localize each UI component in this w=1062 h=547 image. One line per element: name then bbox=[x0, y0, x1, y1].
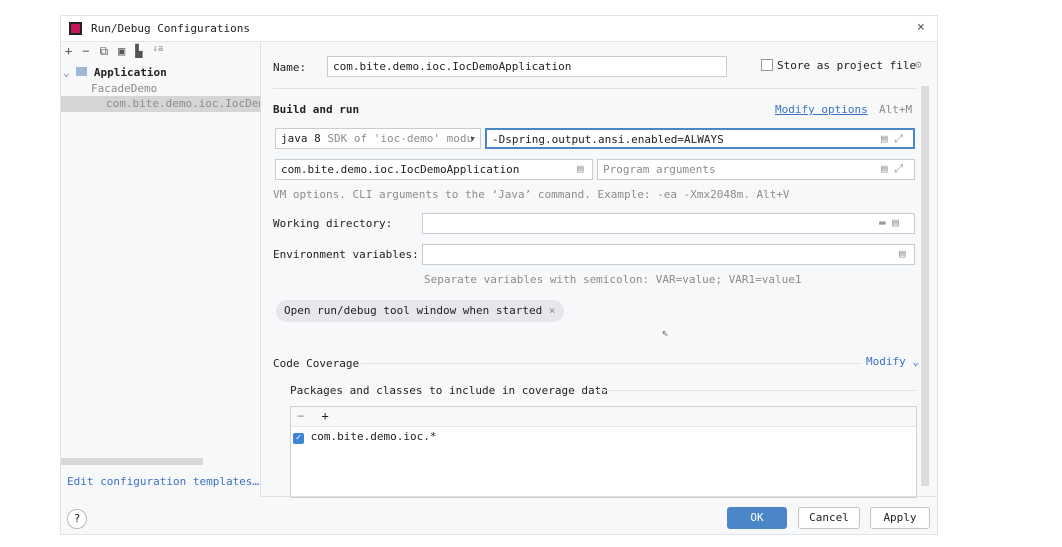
vm-options-input[interactable]: -Dspring.output.ansi.enabled=ALWAYS bbox=[485, 128, 915, 149]
expand-icon[interactable]: ▤ ⤢ bbox=[881, 162, 903, 176]
tree-item[interactable]: FacadeDemo bbox=[91, 82, 157, 95]
apply-button[interactable]: Apply bbox=[870, 507, 930, 529]
intellij-logo-icon bbox=[69, 22, 82, 35]
sort-icon[interactable]: ↓a bbox=[153, 44, 164, 59]
remove-icon[interactable]: − bbox=[82, 44, 89, 59]
jdk-select[interactable]: java 8 SDK of 'ioc-demo' modu ▾ bbox=[275, 128, 481, 149]
name-input[interactable]: com.bite.demo.ioc.IocDemoApplication bbox=[327, 56, 727, 77]
option-chip[interactable]: Open run/debug tool window when started … bbox=[276, 300, 564, 322]
program-arguments-input[interactable]: Program arguments bbox=[597, 159, 915, 180]
tree-group-application[interactable]: ⌄ Application bbox=[63, 64, 259, 81]
close-icon[interactable]: × bbox=[917, 20, 925, 35]
mouse-cursor-icon: ⇖ bbox=[662, 326, 669, 339]
help-button[interactable]: ? bbox=[67, 509, 87, 529]
store-label[interactable]: Store as project file bbox=[777, 59, 916, 72]
dropdown-icon: ▾ bbox=[469, 132, 476, 145]
ok-button[interactable]: OK bbox=[727, 507, 787, 529]
env-input[interactable] bbox=[422, 244, 915, 265]
footer-divider bbox=[261, 496, 937, 497]
vm-hint: VM options. CLI arguments to the ‘Java’ … bbox=[273, 188, 790, 201]
working-directory-label: Working directory: bbox=[273, 217, 393, 230]
divider bbox=[273, 88, 917, 89]
packages-list: − + ✓ com.bite.demo.ioc.* bbox=[290, 406, 917, 498]
packages-title: Packages and classes to include in cover… bbox=[290, 384, 608, 397]
main-class-input[interactable]: com.bite.demo.ioc.IocDemoApplication bbox=[275, 159, 593, 180]
folder-icon[interactable]: ▙ bbox=[135, 44, 142, 59]
remove-icon[interactable]: − bbox=[297, 409, 304, 423]
code-coverage-title: Code Coverage bbox=[273, 357, 360, 370]
vertical-scrollbar[interactable] bbox=[921, 86, 929, 486]
tree-toolbar: + − ⧉ ▣ ▙ ↓a bbox=[65, 44, 163, 59]
name-label: Name: bbox=[273, 61, 307, 74]
list-toolbar: − + bbox=[291, 407, 916, 427]
store-checkbox[interactable] bbox=[761, 59, 773, 71]
divider bbox=[596, 390, 916, 391]
browse-icon[interactable]: ▤ bbox=[577, 162, 584, 175]
divider bbox=[361, 363, 861, 364]
copy-icon[interactable]: ⧉ bbox=[99, 44, 108, 59]
browse-icon[interactable]: ▤ bbox=[899, 247, 906, 260]
add-icon[interactable]: + bbox=[321, 409, 328, 423]
remove-chip-icon: × bbox=[548, 304, 556, 317]
working-directory-input[interactable] bbox=[422, 213, 915, 234]
env-hint: Separate variables with semicolon: VAR=v… bbox=[424, 273, 802, 286]
cancel-button[interactable]: Cancel bbox=[798, 507, 860, 529]
window-title: Run/Debug Configurations bbox=[91, 22, 250, 35]
build-run-title: Build and run bbox=[273, 103, 360, 116]
save-icon[interactable]: ▣ bbox=[118, 44, 125, 59]
tree-item-selected[interactable]: com.bite.demo.ioc.IocDem bbox=[61, 96, 260, 112]
checkbox-checked[interactable]: ✓ bbox=[293, 433, 304, 444]
config-tree-panel: + − ⧉ ▣ ▙ ↓a ⌄ Application FacadeDemo co… bbox=[61, 42, 261, 496]
folder-icon[interactable]: ▬ ▤ bbox=[879, 216, 899, 229]
gear-icon[interactable]: ⚙ bbox=[915, 58, 922, 71]
list-item[interactable]: ✓ com.bite.demo.ioc.* bbox=[291, 427, 916, 447]
title-bar: Run/Debug Configurations × bbox=[61, 16, 937, 42]
horizontal-scrollbar[interactable] bbox=[61, 458, 203, 465]
expand-icon[interactable]: ▤ ⤢ bbox=[881, 132, 903, 146]
run-debug-dialog: Run/Debug Configurations × + − ⧉ ▣ ▙ ↓a … bbox=[60, 15, 938, 535]
coverage-modify-link[interactable]: Modify ⌄ bbox=[866, 355, 919, 368]
modify-options-shortcut: Alt+M bbox=[879, 103, 913, 116]
modify-options-link[interactable]: Modify options bbox=[775, 103, 868, 116]
add-icon[interactable]: + bbox=[65, 44, 72, 59]
env-label: Environment variables: bbox=[273, 248, 419, 261]
edit-templates-link[interactable]: Edit configuration templates… bbox=[67, 475, 259, 488]
